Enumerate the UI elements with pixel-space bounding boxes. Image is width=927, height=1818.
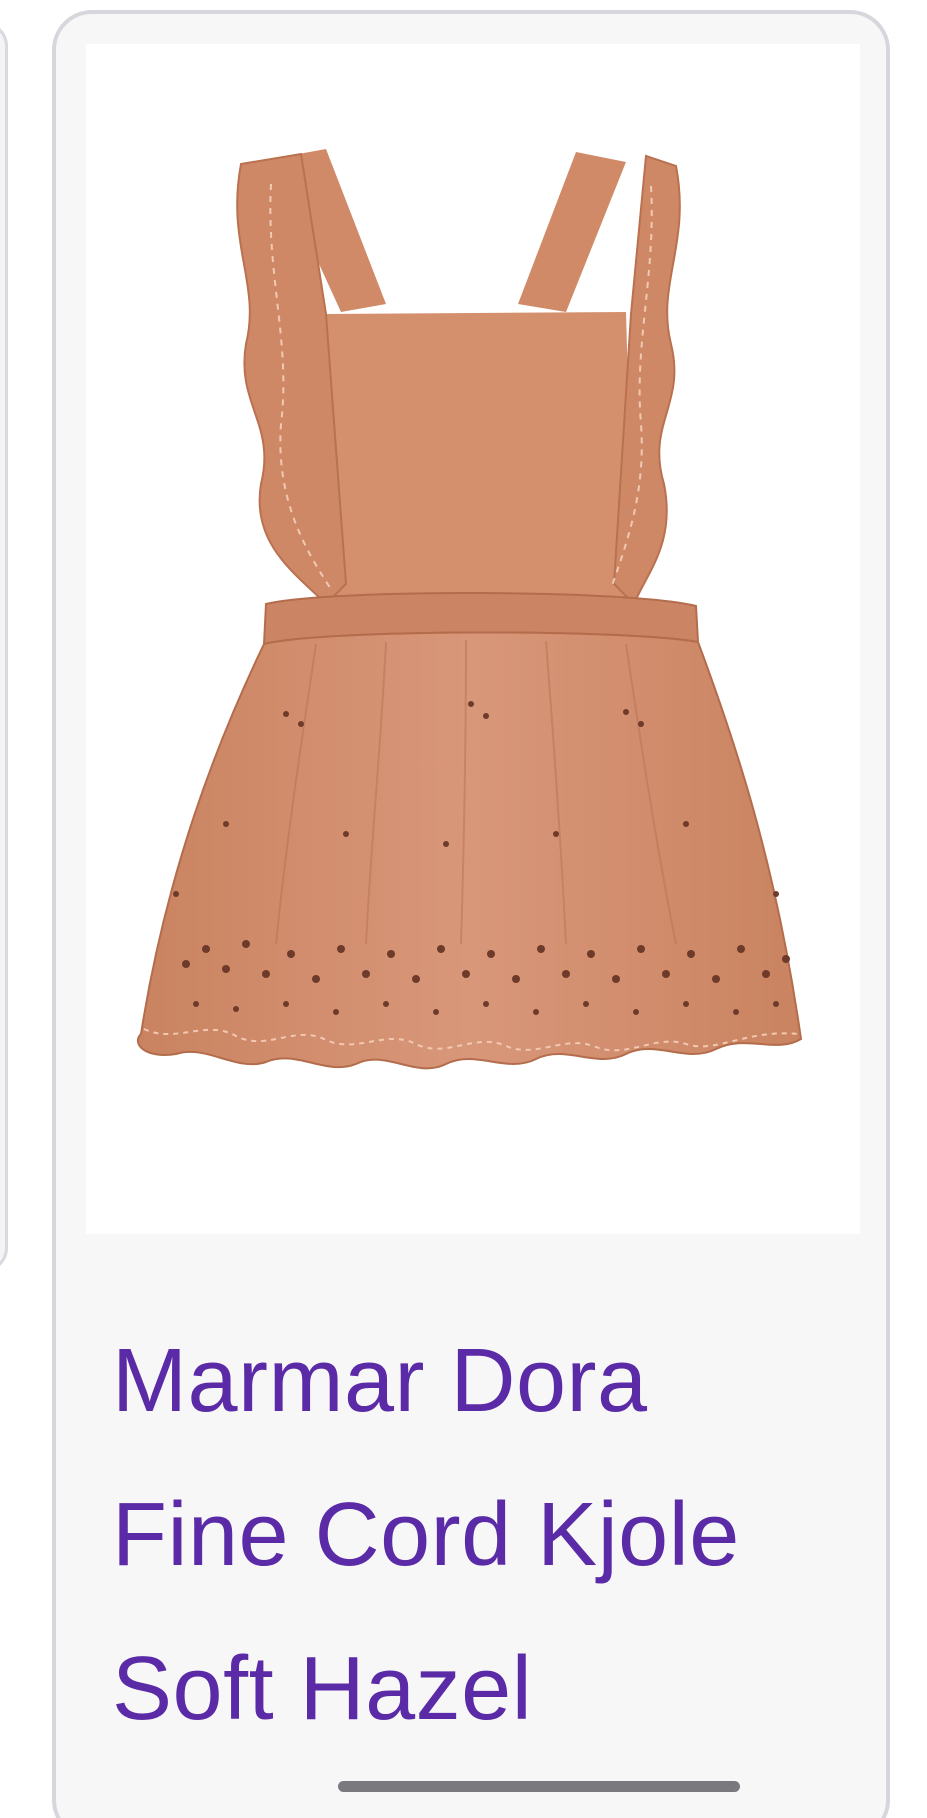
product-title[interactable]: Marmar Dora Fine Cord Kjole Soft Hazel	[112, 1304, 852, 1766]
product-image[interactable]	[86, 44, 860, 1234]
product-card[interactable]: Marmar Dora Fine Cord Kjole Soft Hazel	[52, 10, 890, 1818]
screen: Marmar Dora Fine Cord Kjole Soft Hazel	[0, 0, 927, 1818]
bodice	[326, 312, 634, 604]
home-indicator[interactable]	[338, 1781, 740, 1792]
product-title-line-2: Fine Cord Kjole	[112, 1485, 740, 1585]
right-strap	[518, 152, 626, 312]
product-title-line-1: Marmar Dora	[112, 1331, 648, 1431]
product-title-line-3: Soft Hazel	[112, 1639, 533, 1739]
dress-illustration	[136, 149, 803, 1070]
skirt	[136, 631, 803, 1070]
previous-product-card-edge[interactable]	[0, 22, 8, 1272]
